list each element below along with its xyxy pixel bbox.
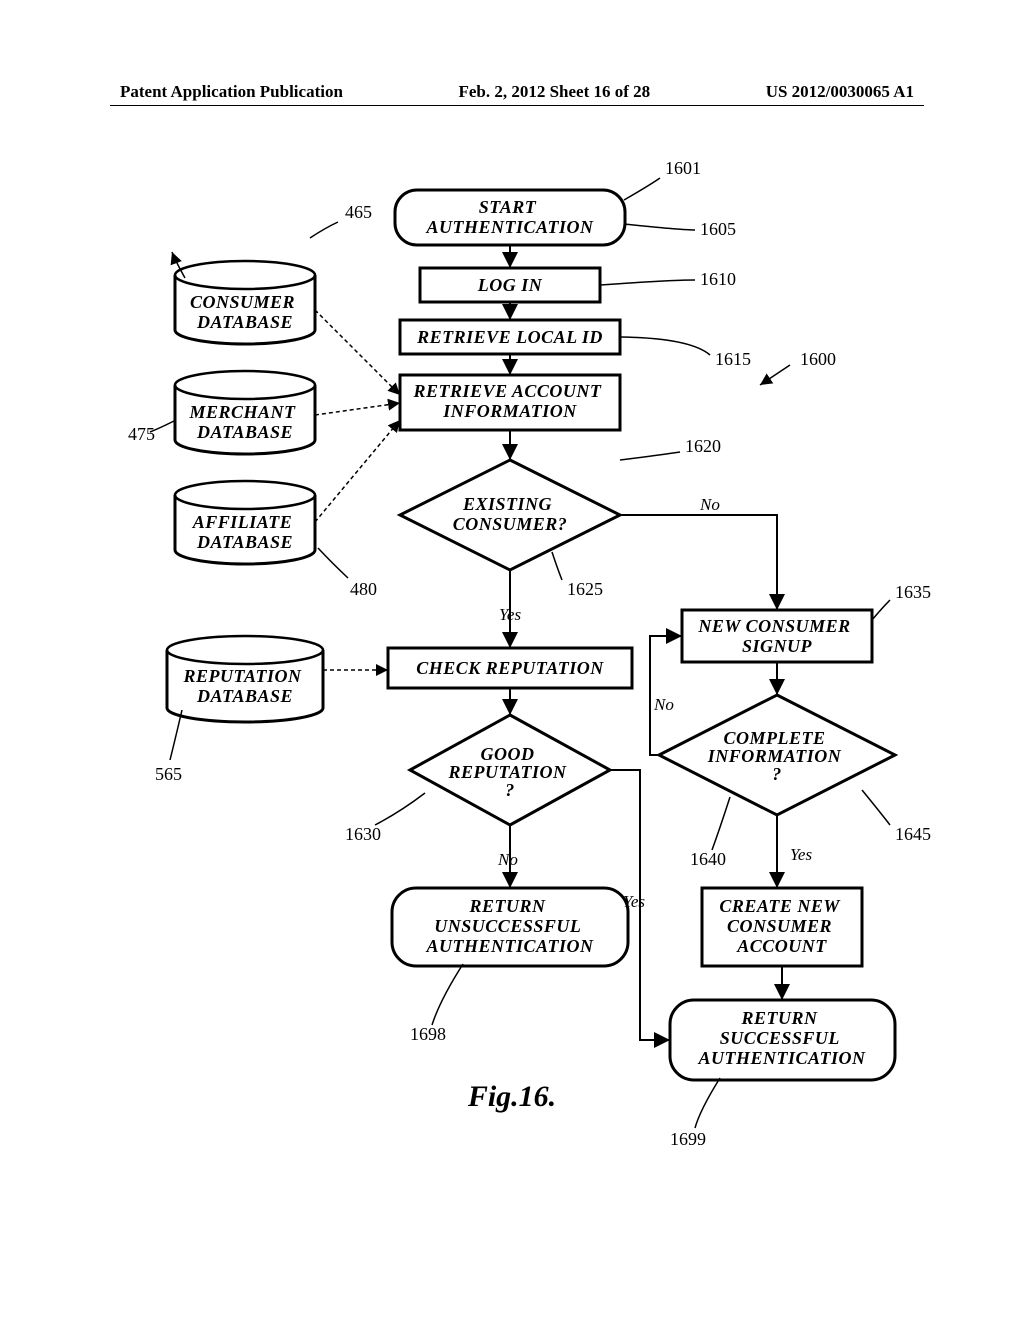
svg-text:RETRIEVE LOCAL ID: RETRIEVE LOCAL ID xyxy=(416,327,603,347)
new-consumer-signup: NEW CONSUMER SIGNUP xyxy=(682,610,872,662)
ref-1601: 1601 xyxy=(665,160,701,178)
edge-yes-3: Yes xyxy=(623,892,645,911)
ref-1698: 1698 xyxy=(410,1024,446,1044)
page-header: Patent Application Publication Feb. 2, 2… xyxy=(0,82,1024,102)
ref-1620: 1620 xyxy=(685,436,721,456)
create-new-account: CREATE NEW CONSUMER ACCOUNT xyxy=(702,888,862,966)
svg-text:CHECK REPUTATION: CHECK REPUTATION xyxy=(416,658,604,678)
svg-text:EXISTING CONSUMER?: EXISTING CONSUMER? xyxy=(453,494,568,534)
node-text: CONSUMER xyxy=(190,292,295,312)
ref-1610: 1610 xyxy=(700,269,736,289)
svg-text:CONSUMER DATABASE: CONSUMER DATABASE xyxy=(190,292,300,332)
complete-info-decision: COMPLETE INFORMATION ? xyxy=(659,695,895,815)
ref-1625: 1625 xyxy=(567,579,603,599)
start-authentication: START AUTHENTICATION xyxy=(395,190,625,245)
ref-1600: 1600 xyxy=(800,349,836,369)
header-middle: Feb. 2, 2012 Sheet 16 of 28 xyxy=(458,82,650,102)
edge-yes-2: Yes xyxy=(790,845,812,864)
node-text: DATABASE xyxy=(196,312,293,332)
svg-text:CREATE NEW CONSUMER AC: CREATE NEW CONSUMER ACCOUNT xyxy=(719,896,844,956)
affiliate-db: AFFILIATE DATABASE xyxy=(175,481,315,564)
edge-no-2: No xyxy=(497,850,518,869)
ref-1645: 1645 xyxy=(895,824,931,844)
ref-1605: 1605 xyxy=(700,219,736,239)
svg-text:LOG IN: LOG IN xyxy=(477,275,543,295)
return-successful: RETURN SUCCESSFUL AUTHENTICATION xyxy=(670,1000,895,1080)
ref-1635: 1635 xyxy=(895,582,931,602)
ref-1699: 1699 xyxy=(670,1129,706,1149)
return-unsuccessful: RETURN UNSUCCESSFUL AUTHENTICATION xyxy=(392,888,628,966)
reputation-db: REPUTATION DATABASE xyxy=(167,636,323,722)
ref-1630: 1630 xyxy=(345,824,381,844)
figure-caption: Fig.16. xyxy=(0,1080,1024,1114)
ref-480: 480 xyxy=(350,579,377,599)
header-right: US 2012/0030065 A1 xyxy=(766,82,914,102)
flowchart-svg: CONSUMER DATABASE MERCHANT DATABASE AFFI… xyxy=(0,160,1024,1240)
existing-consumer-decision: EXISTING CONSUMER? xyxy=(400,460,620,570)
diagram-stage: CONSUMER DATABASE MERCHANT DATABASE AFFI… xyxy=(0,160,1024,1240)
edge-yes-1: Yes xyxy=(499,605,521,624)
svg-text:REPUTATION DATABASE: REPUTATION DATABASE xyxy=(182,666,306,706)
ref-565: 565 xyxy=(155,764,182,784)
log-in: LOG IN xyxy=(420,268,600,302)
edge-no-1: No xyxy=(699,495,720,514)
merchant-db: MERCHANT DATABASE xyxy=(175,371,315,454)
header-left: Patent Application Publication xyxy=(120,82,343,102)
svg-text:MERCHANT DATABASE: MERCHANT DATABASE xyxy=(188,402,300,442)
ref-475: 475 xyxy=(128,424,155,444)
retrieve-local-id: RETRIEVE LOCAL ID xyxy=(400,320,620,354)
header-rule xyxy=(110,105,924,106)
ref-465: 465 xyxy=(345,202,372,222)
ref-1615: 1615 xyxy=(715,349,751,369)
check-reputation: CHECK REPUTATION xyxy=(388,648,632,688)
consumer-db: CONSUMER DATABASE xyxy=(175,261,315,344)
edge-no-3: No xyxy=(653,695,674,714)
svg-text:AFFILIATE DATABASE: AFFILIATE DATABASE xyxy=(192,512,298,552)
good-reputation-decision: GOOD REPUTATION ? xyxy=(410,715,610,825)
ref-1640: 1640 xyxy=(690,849,726,869)
retrieve-account-info: RETRIEVE ACCOUNT INFORMATION xyxy=(400,375,620,430)
